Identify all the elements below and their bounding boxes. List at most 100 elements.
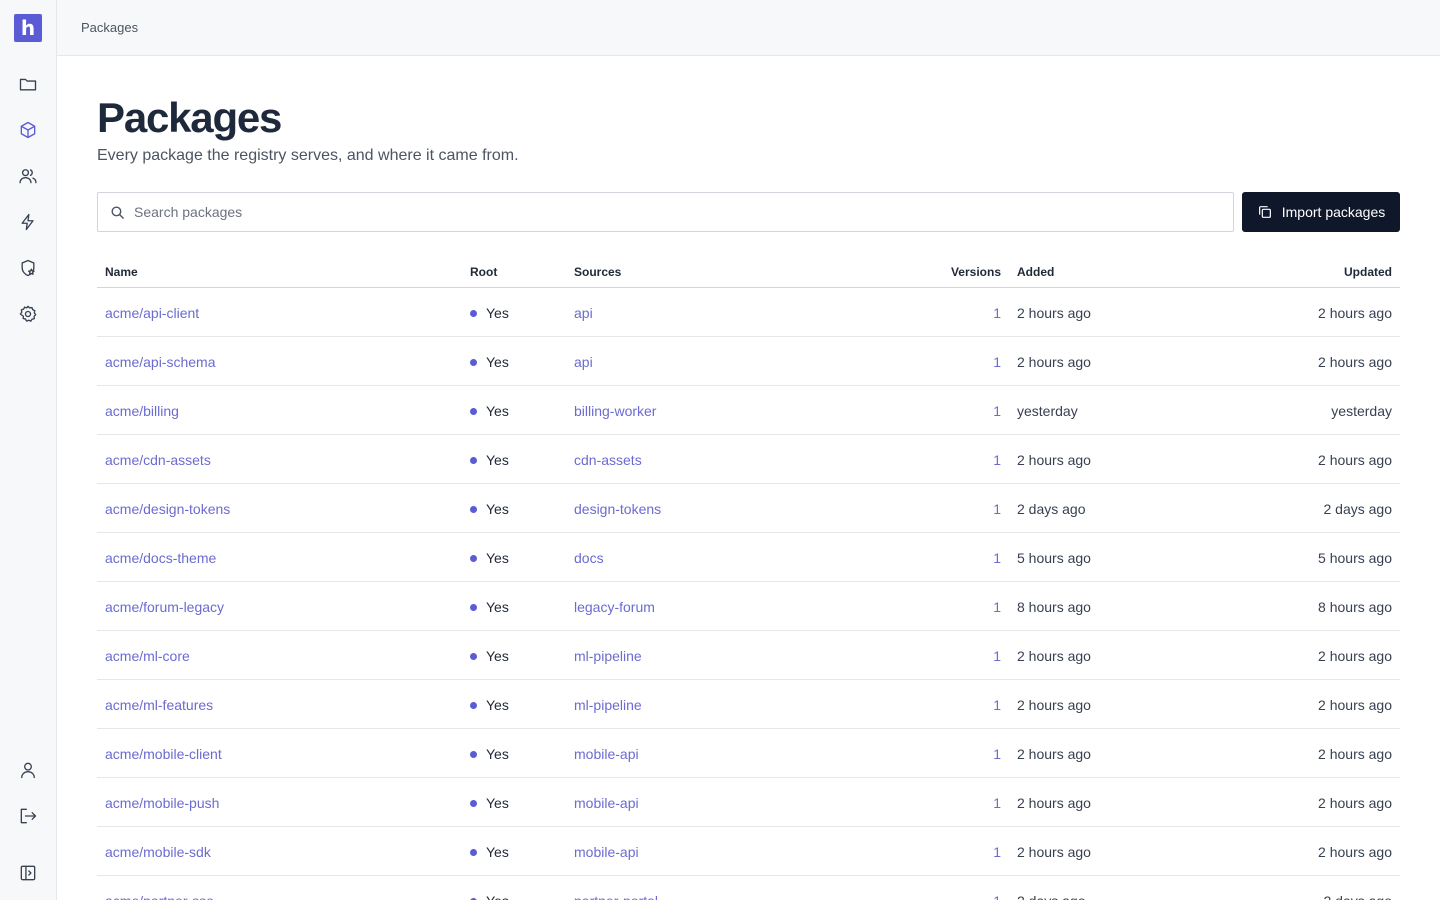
source-link[interactable]: design-tokens — [574, 501, 661, 517]
column-header-sources[interactable]: Sources — [574, 265, 621, 279]
table-row[interactable]: acme/ml-core Yes ml-pipeline 1 2 hours ago 2 … — [97, 631, 1400, 680]
versions-link[interactable]: 1 — [993, 403, 1001, 419]
root-status: Yes — [470, 844, 509, 860]
root-status-dot — [470, 652, 477, 660]
root-status-dot — [470, 505, 477, 513]
topbar: Packages — [57, 0, 1440, 56]
column-header-updated[interactable]: Updated — [1344, 265, 1392, 279]
added-time: 8 hours ago — [1017, 599, 1091, 615]
root-status-label: Yes — [486, 354, 509, 370]
package-name-link[interactable]: acme/cdn-assets — [105, 452, 211, 468]
added-time: 2 hours ago — [1017, 305, 1091, 321]
source-link[interactable]: cdn-assets — [574, 452, 642, 468]
updated-time: 2 hours ago — [1318, 795, 1392, 811]
source-link[interactable]: ml-pipeline — [574, 697, 642, 713]
package-name-link[interactable]: acme/ml-core — [105, 648, 190, 664]
package-name-link[interactable]: acme/mobile-client — [105, 746, 222, 762]
versions-link[interactable]: 1 — [993, 501, 1001, 517]
root-status-label: Yes — [486, 452, 509, 468]
root-status: Yes — [470, 501, 509, 517]
versions-link[interactable]: 1 — [993, 354, 1001, 370]
versions-link[interactable]: 1 — [993, 795, 1001, 811]
versions-link[interactable]: 1 — [993, 550, 1001, 566]
package-name-link[interactable]: acme/api-schema — [105, 354, 216, 370]
versions-link[interactable]: 1 — [993, 648, 1001, 664]
source-link[interactable]: legacy-forum — [574, 599, 655, 615]
added-time: 2 hours ago — [1017, 648, 1091, 664]
added-time: 2 hours ago — [1017, 795, 1091, 811]
table-row[interactable]: acme/mobile-push Yes mobile-api 1 2 hours ag… — [97, 778, 1400, 827]
root-status-label: Yes — [486, 599, 509, 615]
updated-time: 2 hours ago — [1318, 305, 1392, 321]
table-row[interactable]: acme/docs-theme Yes docs 1 5 hours ago 5 hour… — [97, 533, 1400, 582]
table-row[interactable]: acme/api-client Yes api 1 2 hours ago 2 hours… — [97, 288, 1400, 337]
package-name-link[interactable]: acme/api-client — [105, 305, 199, 321]
root-status-label: Yes — [486, 501, 509, 517]
users-icon[interactable] — [17, 165, 39, 187]
root-status-dot — [470, 456, 477, 464]
versions-link[interactable]: 1 — [993, 893, 1001, 900]
package-icon[interactable] — [17, 119, 39, 141]
gear-icon[interactable] — [17, 303, 39, 325]
breadcrumb[interactable]: Packages — [81, 20, 138, 35]
versions-link[interactable]: 1 — [993, 599, 1001, 615]
column-header-name[interactable]: Name — [105, 265, 138, 279]
logo[interactable]: h — [14, 14, 42, 42]
source-link[interactable]: api — [574, 305, 593, 321]
sidebar-toggle-icon[interactable] — [17, 862, 39, 884]
added-time: 2 days ago — [1017, 501, 1086, 517]
root-status: Yes — [470, 599, 509, 615]
search-input[interactable] — [134, 193, 1224, 231]
root-status-label: Yes — [486, 403, 509, 419]
search-box[interactable] — [97, 192, 1234, 232]
versions-link[interactable]: 1 — [993, 305, 1001, 321]
table-row[interactable]: acme/design-tokens Yes design-tokens 1 2 day… — [97, 484, 1400, 533]
table-row[interactable]: acme/billing Yes billing-worker 1 yesterday y… — [97, 386, 1400, 435]
versions-link[interactable]: 1 — [993, 452, 1001, 468]
package-name-link[interactable]: acme/design-tokens — [105, 501, 230, 517]
source-link[interactable]: billing-worker — [574, 403, 656, 419]
table-row[interactable]: acme/api-schema Yes api 1 2 hours ago 2 hours… — [97, 337, 1400, 386]
table-row[interactable]: acme/mobile-client Yes mobile-api 1 2 hours … — [97, 729, 1400, 778]
package-name-link[interactable]: acme/mobile-sdk — [105, 844, 211, 860]
source-link[interactable]: partner-portal — [574, 893, 658, 900]
added-time: 2 hours ago — [1017, 844, 1091, 860]
import-packages-button[interactable]: Import packages — [1242, 192, 1400, 232]
source-link[interactable]: mobile-api — [574, 844, 639, 860]
versions-link[interactable]: 1 — [993, 697, 1001, 713]
root-status: Yes — [470, 403, 509, 419]
versions-link[interactable]: 1 — [993, 844, 1001, 860]
root-status-dot — [470, 603, 477, 611]
source-link[interactable]: api — [574, 354, 593, 370]
shield-star-icon[interactable] — [17, 257, 39, 279]
root-status-dot — [470, 701, 477, 709]
logout-icon[interactable] — [17, 805, 39, 827]
package-name-link[interactable]: acme/ml-features — [105, 697, 213, 713]
package-name-link[interactable]: acme/docs-theme — [105, 550, 216, 566]
root-status-label: Yes — [486, 844, 509, 860]
column-header-root[interactable]: Root — [470, 265, 497, 279]
folder-icon[interactable] — [17, 73, 39, 95]
package-name-link[interactable]: acme/mobile-push — [105, 795, 219, 811]
user-icon[interactable] — [17, 759, 39, 781]
package-name-link[interactable]: acme/partner-sso — [105, 893, 214, 900]
table-row[interactable]: acme/forum-legacy Yes legacy-forum 1 8 hours… — [97, 582, 1400, 631]
table-row[interactable]: acme/cdn-assets Yes cdn-assets 1 2 hours ago… — [97, 435, 1400, 484]
table-row[interactable]: acme/mobile-sdk Yes mobile-api 1 2 hours ago… — [97, 827, 1400, 876]
root-status: Yes — [470, 354, 509, 370]
table-row[interactable]: acme/partner-sso Yes partner-portal 1 2 days… — [97, 876, 1400, 900]
package-name-link[interactable]: acme/forum-legacy — [105, 599, 224, 615]
lightning-icon[interactable] — [17, 211, 39, 233]
added-time: 2 days ago — [1017, 893, 1086, 900]
column-header-versions[interactable]: Versions — [951, 265, 1001, 279]
column-header-added[interactable]: Added — [1017, 265, 1054, 279]
source-link[interactable]: mobile-api — [574, 795, 639, 811]
root-status-label: Yes — [486, 795, 509, 811]
source-link[interactable]: ml-pipeline — [574, 648, 642, 664]
versions-link[interactable]: 1 — [993, 746, 1001, 762]
updated-time: 2 days ago — [1324, 893, 1393, 900]
source-link[interactable]: mobile-api — [574, 746, 639, 762]
table-row[interactable]: acme/ml-features Yes ml-pipeline 1 2 hours a… — [97, 680, 1400, 729]
source-link[interactable]: docs — [574, 550, 604, 566]
package-name-link[interactable]: acme/billing — [105, 403, 179, 419]
